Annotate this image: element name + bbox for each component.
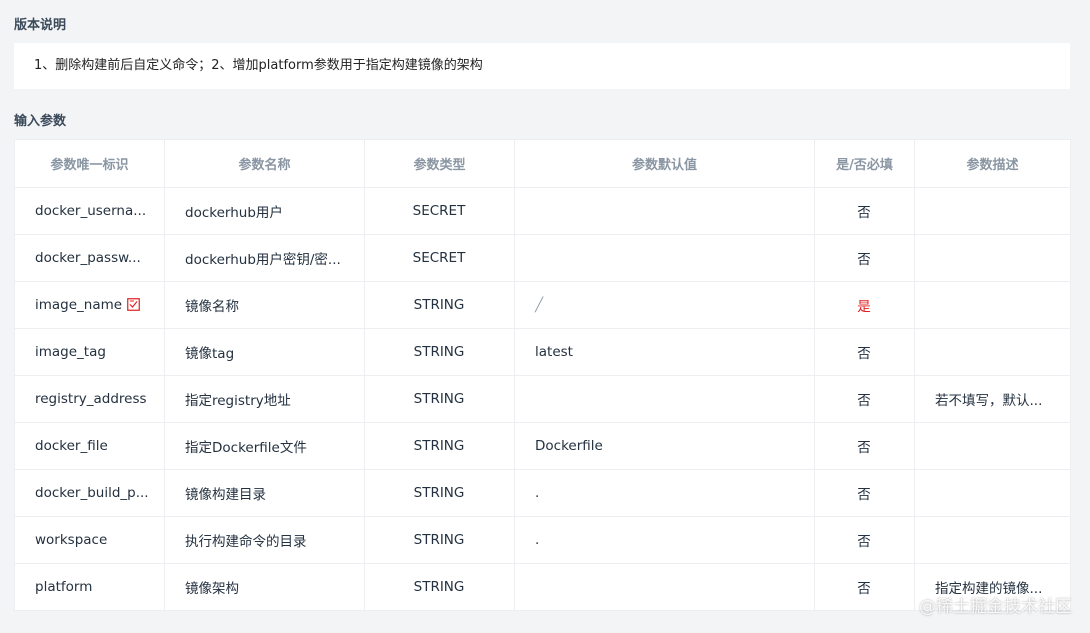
param-id: docker_file	[14, 422, 165, 470]
table-row: platform 镜像架构 STRING 否 指定构建的镜像...	[14, 563, 1071, 611]
header-param-desc: 参数描述	[914, 139, 1071, 188]
table-row: image_tag 镜像tag STRING latest 否	[14, 328, 1071, 376]
param-id: docker_userna...	[14, 187, 165, 235]
table-row: docker_file 指定Dockerfile文件 STRING Docker…	[14, 422, 1071, 470]
header-param-type: 参数类型	[364, 139, 515, 188]
param-type: STRING	[364, 328, 515, 376]
param-desc	[914, 469, 1071, 517]
param-id-cell: image_name	[14, 281, 165, 329]
param-desc: 若不填写，默认...	[914, 375, 1071, 423]
param-type: STRING	[364, 563, 515, 611]
param-default: ╱	[514, 281, 815, 329]
table-row: image_name 镜像名称 STRING ╱ 是	[14, 281, 1071, 329]
param-required-cell: 是	[814, 281, 915, 329]
param-type: STRING	[364, 375, 515, 423]
param-default: latest	[514, 328, 815, 376]
param-required: 否	[814, 187, 915, 235]
param-desc	[914, 234, 1071, 282]
header-param-default: 参数默认值	[514, 139, 815, 188]
table-row: docker_build_p... 镜像构建目录 STRING . 否	[14, 469, 1071, 517]
param-name: dockerhub用户密钥/密...	[164, 234, 365, 282]
param-required: 否	[814, 469, 915, 517]
param-name: dockerhub用户	[164, 187, 365, 235]
param-required: 否	[814, 422, 915, 470]
param-default	[514, 187, 815, 235]
param-required: 否	[814, 516, 915, 564]
param-type: STRING	[364, 281, 515, 329]
params-section-title: 输入参数	[14, 114, 67, 129]
header-param-required: 是/否必填	[814, 139, 915, 188]
param-default	[514, 375, 815, 423]
table-row: docker_passw... dockerhub用户密钥/密... SECRE…	[14, 234, 1071, 282]
param-id: workspace	[14, 516, 165, 564]
param-id: image_tag	[14, 328, 165, 376]
param-required: 是	[857, 299, 871, 315]
param-required: 否	[814, 375, 915, 423]
param-id: platform	[14, 563, 165, 611]
watermark: @稀土掘金技术社区	[919, 597, 1072, 617]
params-table: 参数唯一标识 参数名称 参数类型 参数默认值 是/否必填 参数描述 docker…	[14, 139, 1071, 611]
param-name: 镜像tag	[164, 328, 365, 376]
param-name: 镜像架构	[164, 563, 365, 611]
params-table-header: 参数唯一标识 参数名称 参数类型 参数默认值 是/否必填 参数描述	[14, 139, 1071, 188]
param-type: STRING	[364, 469, 515, 517]
param-desc	[914, 187, 1071, 235]
param-default: .	[514, 469, 815, 517]
param-name: 指定Dockerfile文件	[164, 422, 365, 470]
param-id: docker_passw...	[14, 234, 165, 282]
param-type: STRING	[364, 422, 515, 470]
param-required: 否	[814, 234, 915, 282]
param-id: registry_address	[14, 375, 165, 423]
param-default: .	[514, 516, 815, 564]
edit-note-icon[interactable]	[127, 298, 140, 311]
version-description: 1、删除构建前后自定义命令；2、增加platform参数用于指定构建镜像的架构	[14, 43, 1070, 89]
param-desc	[914, 281, 1071, 329]
table-row: workspace 执行构建命令的目录 STRING . 否	[14, 516, 1071, 564]
header-param-name: 参数名称	[164, 139, 365, 188]
param-type: SECRET	[364, 187, 515, 235]
param-id: image_name	[35, 297, 123, 313]
param-default	[514, 234, 815, 282]
param-name: 指定registry地址	[164, 375, 365, 423]
version-section-title: 版本说明	[14, 18, 67, 33]
param-type: SECRET	[364, 234, 515, 282]
table-row: docker_userna... dockerhub用户 SECRET 否	[14, 187, 1071, 235]
param-id: docker_build_p...	[14, 469, 165, 517]
param-name: 执行构建命令的目录	[164, 516, 365, 564]
param-name: 镜像名称	[164, 281, 365, 329]
table-row: registry_address 指定registry地址 STRING 否 若…	[14, 375, 1071, 423]
param-required: 否	[814, 328, 915, 376]
param-desc	[914, 328, 1071, 376]
param-name: 镜像构建目录	[164, 469, 365, 517]
header-param-id: 参数唯一标识	[14, 139, 165, 188]
param-desc	[914, 516, 1071, 564]
param-required: 否	[814, 563, 915, 611]
param-default: Dockerfile	[514, 422, 815, 470]
param-default	[514, 563, 815, 611]
param-type: STRING	[364, 516, 515, 564]
param-desc	[914, 422, 1071, 470]
